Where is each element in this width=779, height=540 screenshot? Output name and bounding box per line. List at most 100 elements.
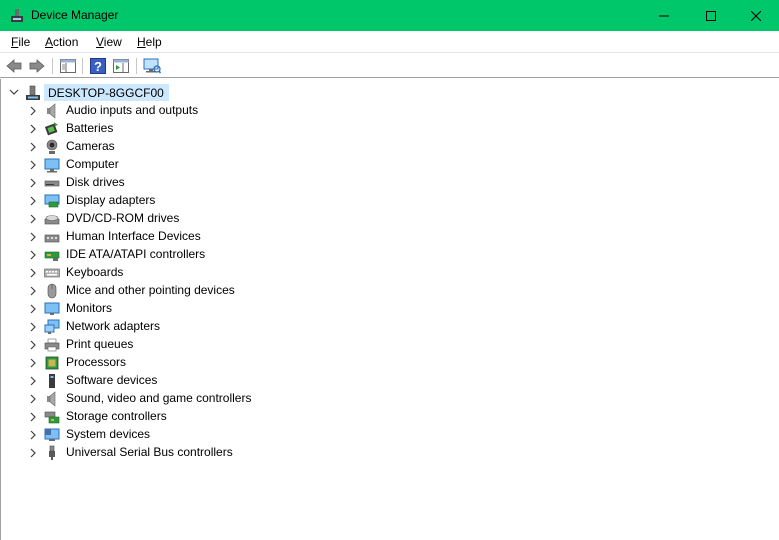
show-action-pane-button[interactable] [112, 57, 130, 75]
hid-icon [44, 229, 60, 245]
close-button[interactable] [733, 0, 779, 31]
back-arrow-icon [6, 59, 22, 73]
tree-node-usb[interactable]: Universal Serial Bus controllers [1, 444, 401, 462]
tree-node-label: IDE ATA/ATAPI controllers [66, 247, 206, 261]
computer-name-label[interactable]: DESKTOP-8GGCF00 [44, 84, 169, 101]
chevron-right-icon[interactable] [29, 142, 37, 152]
maximize-icon [706, 10, 716, 21]
chevron-right-icon[interactable] [29, 448, 37, 458]
tree-node-software-device[interactable]: Software devices [1, 372, 401, 390]
chevron-right-icon[interactable] [29, 394, 37, 404]
chevron-right-icon[interactable] [29, 358, 37, 368]
software-device-icon [44, 373, 60, 389]
chevron-right-icon[interactable] [29, 376, 37, 386]
tree-node-label: Storage controllers [66, 409, 167, 423]
tree-node-speaker[interactable]: Audio inputs and outputs [1, 102, 401, 120]
mouse-icon [44, 283, 60, 299]
tree-node-label: Computer [66, 157, 119, 171]
tree-node-mouse[interactable]: Mice and other pointing devices [1, 282, 401, 300]
tree-node-label: System devices [66, 427, 151, 441]
scan-for-hardware-changes-button[interactable] [143, 57, 161, 75]
tree-node-computer[interactable]: Computer [1, 156, 401, 174]
chevron-right-icon[interactable] [29, 430, 37, 440]
keyboard-icon [44, 265, 60, 281]
computer-icon [44, 157, 60, 173]
tree-node-label: Universal Serial Bus controllers [66, 445, 233, 459]
chevron-right-icon[interactable] [29, 268, 37, 278]
maximize-button[interactable] [688, 0, 734, 31]
tree-node-battery[interactable]: Batteries [1, 120, 401, 138]
storage-controller-icon [44, 409, 60, 425]
sound-controller-icon [44, 391, 60, 407]
tree-node-display-adapter[interactable]: Display adapters [1, 192, 401, 210]
usb-icon [44, 445, 60, 461]
chevron-down-icon[interactable] [9, 87, 19, 97]
dvd-drive-icon [44, 211, 60, 227]
camera-icon [44, 139, 60, 155]
chevron-right-icon[interactable] [29, 232, 37, 242]
toolbar-separator [52, 58, 53, 74]
tree-node-storage-controller[interactable]: Storage controllers [1, 408, 401, 426]
show-hide-console-tree-button[interactable] [59, 57, 77, 75]
ide-controller-icon [44, 247, 60, 263]
network-adapter-icon [44, 319, 60, 335]
menu-help[interactable]: Help [137, 35, 162, 49]
menu-file[interactable]: File [11, 35, 30, 49]
action-pane-icon [113, 59, 129, 73]
processor-icon [44, 355, 60, 371]
svg-text:?: ? [94, 59, 102, 74]
chevron-right-icon[interactable] [29, 304, 37, 314]
chevron-right-icon[interactable] [29, 286, 37, 296]
close-icon [751, 10, 761, 21]
tree-root-node[interactable]: DESKTOP-8GGCF00 [1, 84, 301, 102]
minimize-button[interactable] [641, 0, 687, 31]
chevron-right-icon[interactable] [29, 412, 37, 422]
tree-node-label: Print queues [66, 337, 134, 351]
tree-node-processor[interactable]: Processors [1, 354, 401, 372]
chevron-right-icon[interactable] [29, 340, 37, 350]
chevron-right-icon[interactable] [29, 214, 37, 224]
tree-node-hid[interactable]: Human Interface Devices [1, 228, 401, 246]
tree-node-label: Monitors [66, 301, 113, 315]
chevron-right-icon[interactable] [29, 106, 37, 116]
scan-hardware-icon [143, 58, 161, 74]
computer-tower-icon [25, 85, 41, 101]
speaker-icon [44, 103, 60, 119]
tree-node-network-adapter[interactable]: Network adapters [1, 318, 401, 336]
tree-node-printer[interactable]: Print queues [1, 336, 401, 354]
minimize-icon [659, 15, 669, 16]
tree-node-system-device[interactable]: System devices [1, 426, 401, 444]
tree-node-label: Audio inputs and outputs [66, 103, 199, 117]
tree-node-label: Cameras [66, 139, 115, 153]
chevron-right-icon[interactable] [29, 160, 37, 170]
tree-node-sound-controller[interactable]: Sound, video and game controllers [1, 390, 401, 408]
toolbar-separator [82, 58, 83, 74]
tree-node-camera[interactable]: Cameras [1, 138, 401, 156]
tree-node-dvd-drive[interactable]: DVD/CD-ROM drives [1, 210, 401, 228]
menu-view[interactable]: View [96, 35, 122, 49]
printer-icon [44, 337, 60, 353]
help-icon: ? [90, 58, 106, 74]
tree-node-label: DVD/CD-ROM drives [66, 211, 180, 225]
chevron-right-icon[interactable] [29, 250, 37, 260]
toolbar-separator [136, 58, 137, 74]
toolbar: ? [0, 54, 779, 78]
tree-node-keyboard[interactable]: Keyboards [1, 264, 401, 282]
chevron-right-icon[interactable] [29, 178, 37, 188]
tree-node-disk-drive[interactable]: Disk drives [1, 174, 401, 192]
tree-node-monitor[interactable]: Monitors [1, 300, 401, 318]
device-tree: DESKTOP-8GGCF00 Audio inputs and outputs… [0, 79, 779, 540]
tree-node-label: Human Interface Devices [66, 229, 201, 243]
tree-node-ide-controller[interactable]: IDE ATA/ATAPI controllers [1, 246, 401, 264]
device-manager-window: Device Manager File Action View Help ? D… [0, 0, 779, 540]
forward-button[interactable] [28, 57, 46, 75]
chevron-right-icon[interactable] [29, 124, 37, 134]
chevron-right-icon[interactable] [29, 196, 37, 206]
menu-action[interactable]: Action [45, 35, 78, 49]
back-button[interactable] [5, 57, 23, 75]
title-bar[interactable]: Device Manager [0, 0, 779, 31]
tree-node-label: Processors [66, 355, 127, 369]
chevron-right-icon[interactable] [29, 322, 37, 332]
tree-node-label: Network adapters [66, 319, 161, 333]
help-button[interactable]: ? [89, 57, 107, 75]
